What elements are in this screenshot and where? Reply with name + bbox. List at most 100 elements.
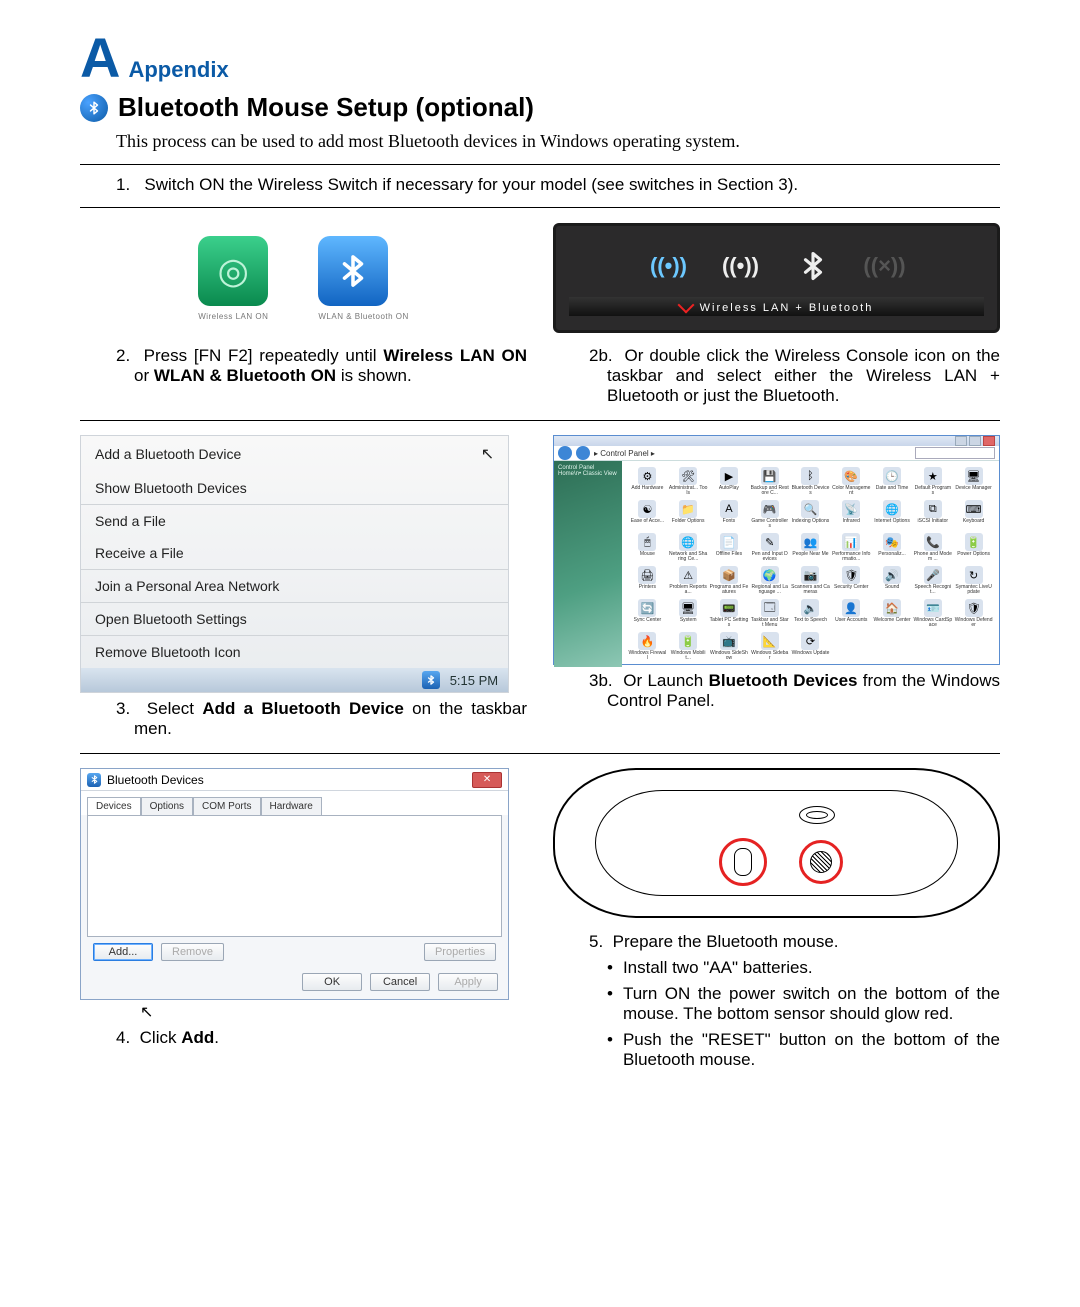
cp-item-icon: 🛠 — [679, 467, 697, 485]
tab-devices[interactable]: Devices — [87, 797, 141, 815]
cp-item[interactable]: 💾Backup and Restore C... — [750, 467, 789, 496]
cancel-button[interactable]: Cancel — [370, 973, 430, 991]
add-button[interactable]: Add... — [93, 943, 153, 961]
cp-item[interactable]: ▶AutoPlay — [710, 467, 749, 496]
cp-item[interactable]: 📁Folder Options — [669, 500, 708, 529]
cp-item[interactable]: 👤User Accounts — [832, 599, 871, 628]
cp-item[interactable]: 🔈Text to Speech — [791, 599, 830, 628]
tab-comports[interactable]: COM Ports — [193, 797, 260, 815]
cp-item-label: Mouse — [640, 552, 655, 557]
dialog-close-button[interactable]: ✕ — [472, 772, 502, 788]
cp-item[interactable]: 🔋Power Options — [954, 533, 993, 562]
cp-item[interactable]: 🔋Windows Mobilit... — [669, 632, 708, 661]
cp-item[interactable]: AFonts — [710, 500, 749, 529]
cp-item[interactable]: 📺Windows SideShow — [710, 632, 749, 661]
cp-item[interactable]: 📟Tablet PC Settings — [710, 599, 749, 628]
menu-item-remove[interactable]: Remove Bluetooth Icon — [81, 636, 508, 668]
menu-item-join[interactable]: Join a Personal Area Network — [81, 570, 508, 602]
maximize-button[interactable] — [969, 436, 981, 446]
menu-item-settings[interactable]: Open Bluetooth Settings — [81, 603, 508, 635]
cp-item-icon: 🌐 — [883, 500, 901, 518]
cp-item[interactable]: 🎨Color Management — [832, 467, 871, 496]
menu-item-add[interactable]: Add a Bluetooth Device ↖ — [81, 436, 508, 472]
cp-item[interactable]: ⚙Add Hardware — [628, 467, 667, 496]
menu-item-receive[interactable]: Receive a File — [81, 537, 508, 569]
cp-item[interactable]: ᛒBluetooth Devices — [791, 467, 830, 496]
step-1-text: Switch ON the Wireless Switch if necessa… — [144, 175, 798, 194]
cp-item[interactable]: 🛡Windows Defender — [954, 599, 993, 628]
breadcrumb[interactable]: ▸ Control Panel ▸ — [594, 449, 911, 458]
cp-item[interactable]: ↻Symantec LiveUpdate — [954, 566, 993, 595]
cp-item[interactable]: 🗔Taskbar and Start Menu — [750, 599, 789, 628]
cp-item[interactable]: ⚠Problem Reports a... — [669, 566, 708, 595]
cp-item[interactable]: 📡Infrared — [832, 500, 871, 529]
cp-item-label: Windows Mobilit... — [669, 651, 708, 661]
cp-item-icon: 🛡 — [842, 566, 860, 584]
cp-item[interactable]: 🖱Mouse — [628, 533, 667, 562]
cp-item[interactable]: 📊Performance Informatio... — [832, 533, 871, 562]
ok-button[interactable]: OK — [302, 973, 362, 991]
forward-button[interactable] — [576, 446, 590, 460]
cp-item-label: Phone and Modem ... — [913, 552, 952, 562]
cp-item[interactable]: 🪪Windows CardSpace — [913, 599, 952, 628]
cp-item[interactable]: ⧉iSCSI Initiator — [913, 500, 952, 529]
cp-item[interactable]: 🖨Printers — [628, 566, 667, 595]
cp-item-label: Fonts — [723, 519, 736, 524]
cp-item[interactable]: 📞Phone and Modem ... — [913, 533, 952, 562]
dialog-body — [87, 815, 502, 937]
cp-item[interactable]: 📐Windows Sidebar — [750, 632, 789, 661]
step5-sub-0: Install two "AA" batteries. — [623, 958, 813, 978]
cp-item[interactable]: ✎Pen and Input Devices — [750, 533, 789, 562]
cp-address-bar: ▸ Control Panel ▸ — [554, 446, 999, 461]
cp-item[interactable]: 🛡Security Center — [832, 566, 871, 595]
cursor-under-add: ↖ — [140, 1002, 527, 1022]
cp-item[interactable]: ⌨Keyboard — [954, 500, 993, 529]
properties-button[interactable]: Properties — [424, 943, 496, 961]
cp-item[interactable]: 🎤Speech Recognit... — [913, 566, 952, 595]
step-2a-num: 2. — [116, 346, 130, 365]
col-step4: Bluetooth Devices ✕ Devices Options COM … — [80, 768, 527, 1070]
tab-options[interactable]: Options — [141, 797, 193, 815]
menu-item-send[interactable]: Send a File — [81, 505, 508, 537]
cp-sidebar[interactable]: Control Panel Home\n• Classic View — [554, 461, 622, 667]
back-button[interactable] — [558, 446, 572, 460]
cp-item[interactable]: 🖥Device Manager — [954, 467, 993, 496]
menu-item-show[interactable]: Show Bluetooth Devices — [81, 472, 508, 504]
minimize-button[interactable] — [955, 436, 967, 446]
cp-item[interactable]: 🎮Game Controllers — [750, 500, 789, 529]
cp-item[interactable]: ⟳Windows Update — [791, 632, 830, 661]
cp-item[interactable]: 📄Offline Files — [710, 533, 749, 562]
cp-item[interactable]: 🔥Windows Firewall — [628, 632, 667, 661]
cp-item[interactable]: 🖥System — [669, 599, 708, 628]
cp-item-icon: 🌐 — [679, 533, 697, 551]
cp-item[interactable]: 🕒Date and Time — [873, 467, 912, 496]
cp-item[interactable]: 👥People Near Me — [791, 533, 830, 562]
close-button[interactable] — [983, 436, 995, 446]
cp-item-icon: 🕒 — [883, 467, 901, 485]
cp-item-icon: 📄 — [720, 533, 738, 551]
appendix-header: A Appendix — [80, 30, 1000, 86]
cp-item[interactable]: 📷Scanners and Cameras — [791, 566, 830, 595]
cp-item[interactable]: 🛠Administrat... Tools — [669, 467, 708, 496]
apply-button[interactable]: Apply — [438, 973, 498, 991]
cp-item[interactable]: 🌐Network and Sharing Ce... — [669, 533, 708, 562]
cp-item-icon: 📺 — [720, 632, 738, 650]
cp-item[interactable]: 🏠Welcome Center — [873, 599, 912, 628]
taskbar-bluetooth-icon[interactable] — [422, 671, 440, 689]
appendix-letter: A — [80, 30, 120, 86]
tab-hardware[interactable]: Hardware — [261, 797, 322, 815]
remove-button[interactable]: Remove — [161, 943, 224, 961]
cp-item[interactable]: ★Default Programs — [913, 467, 952, 496]
cp-item[interactable]: ☯Ease of Acce... — [628, 500, 667, 529]
search-input[interactable] — [915, 447, 995, 459]
cp-item-label: Windows SideShow — [710, 651, 749, 661]
cp-item[interactable]: 📦Programs and Features — [710, 566, 749, 595]
cp-item[interactable]: 🌍Regional and Language ... — [750, 566, 789, 595]
cp-item[interactable]: 🎭Personaliz... — [873, 533, 912, 562]
cp-item[interactable]: 🌐Internet Options — [873, 500, 912, 529]
cp-item[interactable]: 🔊Sound — [873, 566, 912, 595]
step-4-bold: Add — [181, 1028, 214, 1047]
cp-item[interactable]: 🔍Indexing Options — [791, 500, 830, 529]
cp-item[interactable]: 🔄Sync Center — [628, 599, 667, 628]
cp-item-label: Programs and Features — [710, 585, 749, 595]
